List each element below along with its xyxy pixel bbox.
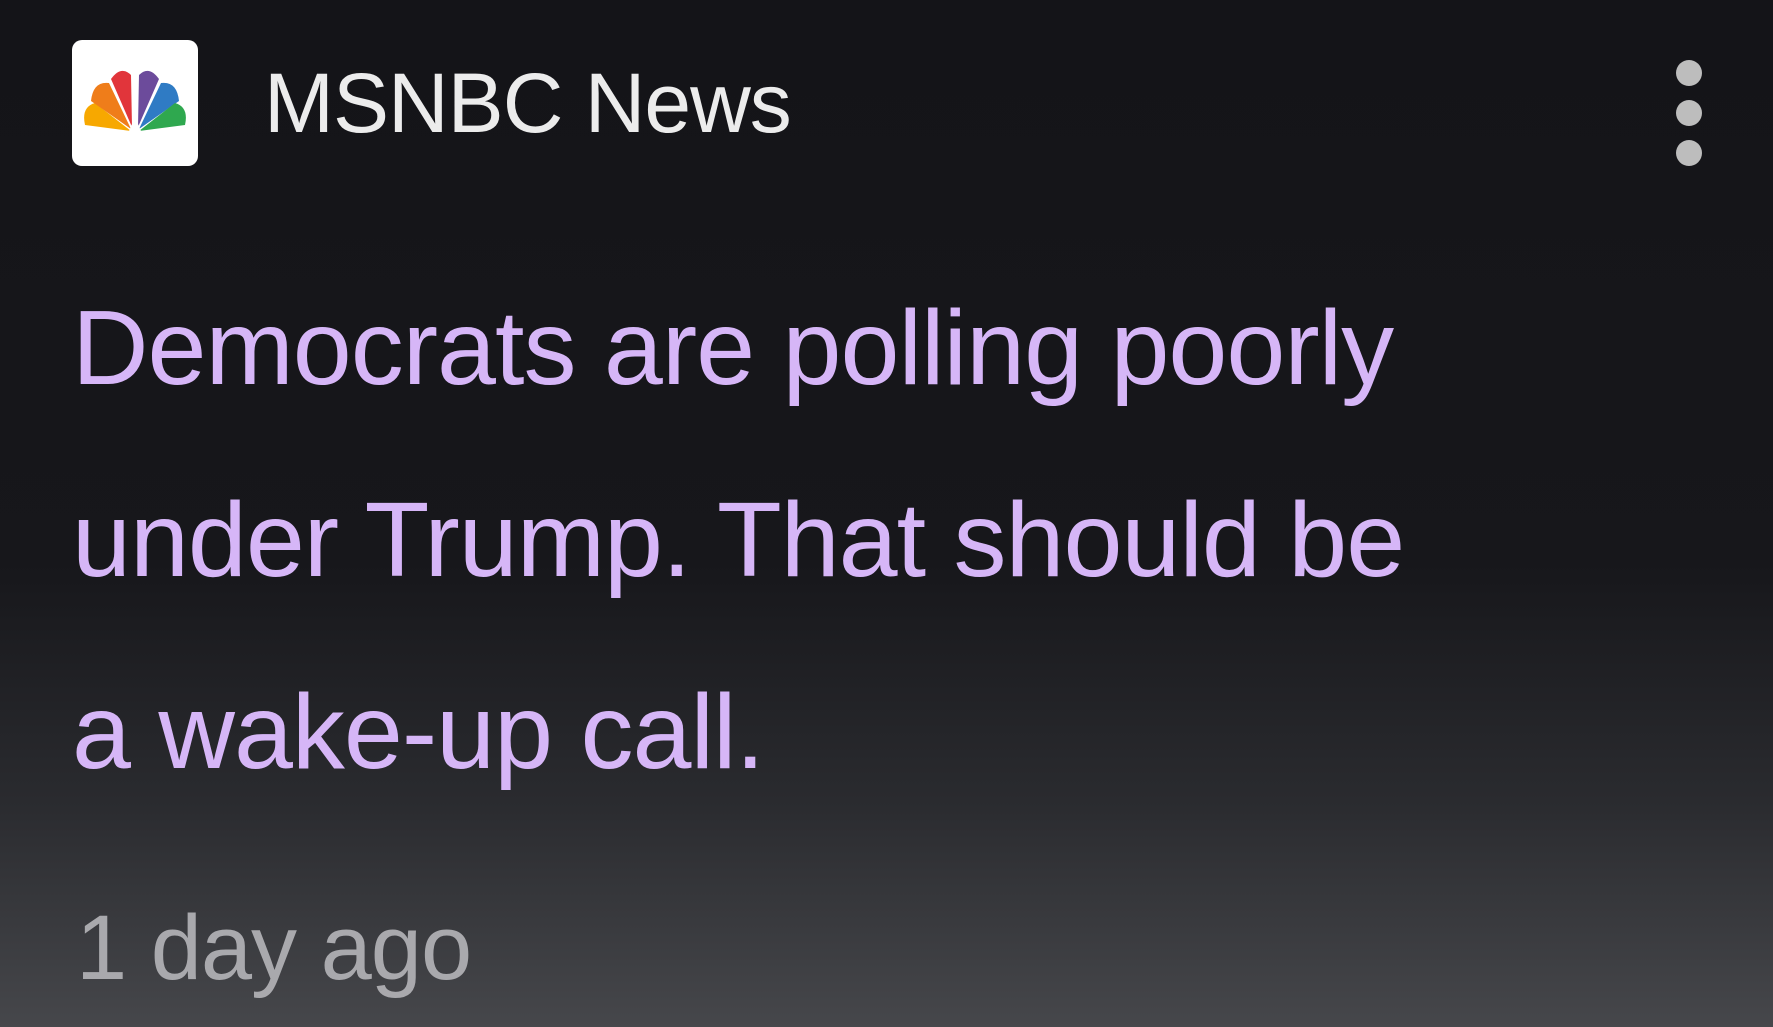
timestamp: 1 day ago bbox=[76, 897, 472, 999]
headline-line-1: Democrats are polling poorly bbox=[72, 289, 1394, 407]
news-card[interactable]: MSNBC News Democrats are polling poorly … bbox=[0, 0, 1773, 1027]
headline-link[interactable]: Democrats are polling poorly under Trump… bbox=[72, 252, 1732, 828]
headline-line-2: under Trump. That should be bbox=[72, 481, 1405, 599]
more-vertical-icon bbox=[1676, 60, 1702, 86]
more-options-button[interactable] bbox=[1664, 60, 1714, 166]
source-name[interactable]: MSNBC News bbox=[264, 61, 792, 145]
source-row: MSNBC News bbox=[72, 40, 792, 166]
more-vertical-icon-dot-2 bbox=[1676, 100, 1702, 126]
peacock-logo-icon bbox=[72, 40, 198, 166]
more-vertical-icon-dot-3 bbox=[1676, 140, 1702, 166]
headline-line-3: a wake-up call. bbox=[72, 673, 765, 791]
